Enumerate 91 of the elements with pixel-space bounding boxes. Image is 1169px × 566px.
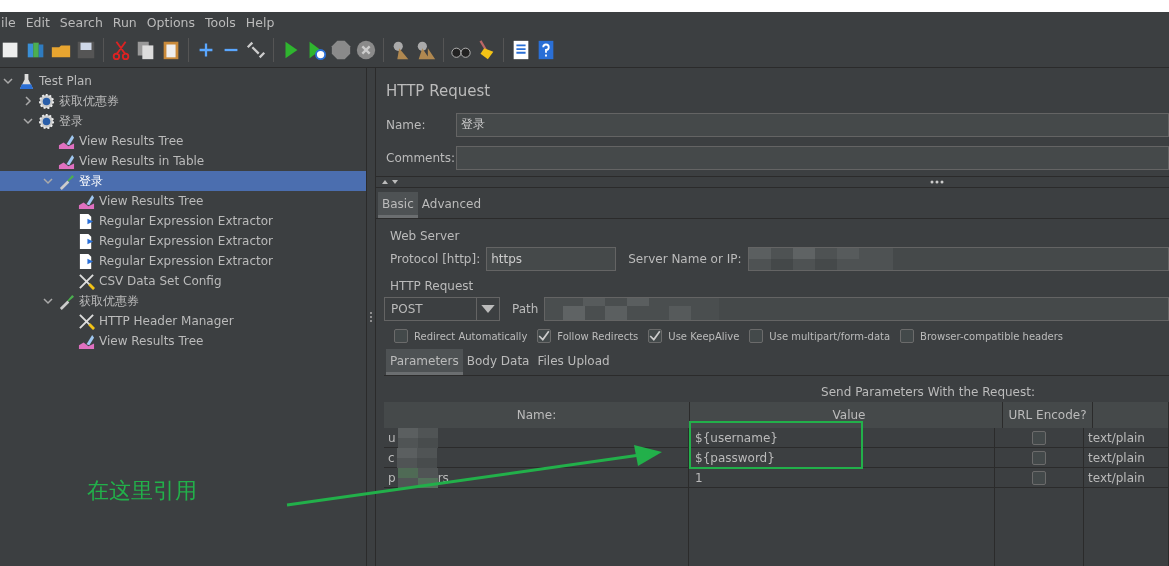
- field-label: Path: [511, 302, 539, 316]
- menu-item[interactable]: Search: [58, 15, 104, 30]
- collapse-arrows-icon[interactable]: [381, 179, 401, 185]
- tree-item[interactable]: View Results Tree: [0, 131, 366, 151]
- checkbox[interactable]: [900, 329, 915, 343]
- dropper-icon: [58, 292, 75, 310]
- tab[interactable]: Advanced: [417, 192, 486, 218]
- method-dropdown[interactable]: POST: [384, 297, 500, 321]
- field-label: Server Name or IP:: [627, 252, 742, 266]
- menu-item[interactable]: Edit: [24, 15, 51, 30]
- tab[interactable]: Files Upload: [533, 349, 614, 375]
- checkbox[interactable]: [394, 329, 408, 343]
- dropper-icon: [58, 172, 75, 190]
- field-label: Name:: [386, 117, 427, 132]
- chevron-icon[interactable]: [22, 115, 34, 127]
- field-label: Protocol [http]:: [389, 252, 481, 266]
- server-field[interactable]: [747, 247, 1169, 271]
- splitter-grip-icon[interactable]: [369, 311, 373, 323]
- checkbox-label: Use KeepAlive: [668, 330, 740, 342]
- tree-item[interactable]: 登录: [0, 111, 366, 131]
- column-header: URL Encode?: [1003, 402, 1093, 428]
- redaction-mosaic: [396, 447, 437, 468]
- flask-icon: [18, 72, 35, 90]
- chevron-icon[interactable]: [2, 75, 14, 87]
- checkbox[interactable]: [1032, 450, 1046, 465]
- tree-item[interactable]: View Results Tree: [0, 331, 366, 351]
- table-cell: c: [388, 450, 395, 465]
- checkbox-label: Use multipart/form-data: [769, 330, 891, 342]
- table-caption: Send Parameters With the Request:: [820, 385, 1036, 399]
- checkbox-label: Browser-compatible headers: [920, 330, 1064, 342]
- checkbox[interactable]: [749, 329, 764, 343]
- table-cell: ${password}: [689, 448, 995, 467]
- section-label: Web Server: [390, 229, 461, 243]
- protocol-field[interactable]: https: [486, 247, 617, 271]
- save-icon[interactable]: [75, 39, 97, 61]
- graph-icon: [58, 152, 75, 170]
- tree-item[interactable]: Regular Expression Extractor: [0, 231, 366, 251]
- comments-field[interactable]: [456, 145, 1169, 170]
- chevron-icon[interactable]: [22, 95, 34, 107]
- checkbox-label: Follow Redirects: [557, 330, 639, 342]
- table-cell: text/plain: [1084, 468, 1169, 487]
- checkbox[interactable]: [537, 329, 552, 343]
- tree-item[interactable]: 获取优惠券: [0, 291, 366, 311]
- menu-item[interactable]: Run: [111, 15, 138, 30]
- document-arrow-icon: [78, 252, 95, 270]
- name-field[interactable]: 登录: [456, 112, 1169, 137]
- section-label: HTTP Request: [390, 279, 475, 293]
- checkbox-label: Redirect Automatically: [414, 330, 528, 342]
- table-cell: p: [388, 470, 396, 485]
- tree-item[interactable]: View Results Tree: [0, 191, 366, 211]
- menu-item[interactable]: Options: [145, 15, 196, 30]
- tree-item[interactable]: HTTP Header Manager: [0, 311, 366, 331]
- menu-item[interactable]: Help: [244, 15, 276, 30]
- table-cell: ${username}: [689, 428, 995, 447]
- tab[interactable]: Body Data: [462, 349, 534, 375]
- field-label: Comments:: [386, 150, 456, 165]
- panel-title: HTTP Request: [385, 81, 492, 102]
- tree-item[interactable]: 获取优惠券: [0, 91, 366, 111]
- document-arrow-icon: [78, 212, 95, 230]
- document-arrow-icon: [78, 232, 95, 250]
- checkbox[interactable]: [648, 329, 663, 343]
- tab[interactable]: Basic: [378, 192, 418, 218]
- tree-item[interactable]: View Results in Table: [0, 151, 366, 171]
- resize-handle-icon[interactable]: [930, 180, 944, 184]
- gear-icon: [38, 112, 55, 130]
- path-field[interactable]: [544, 297, 1169, 321]
- table-cell: text/plain: [1084, 448, 1169, 467]
- checkbox[interactable]: [1032, 430, 1046, 445]
- tree-item[interactable]: Test Plan: [0, 71, 366, 91]
- menu-item[interactable]: ile: [0, 15, 17, 30]
- tools-icon: [78, 312, 95, 330]
- tree-item[interactable]: Regular Expression Extractor: [0, 251, 366, 271]
- chevron-icon[interactable]: [42, 295, 54, 307]
- menu-item[interactable]: Tools: [204, 15, 237, 30]
- gear-icon: [38, 92, 55, 110]
- table-cell: rs: [437, 470, 449, 485]
- tools-icon: [78, 272, 95, 290]
- column-header: Value: [690, 402, 1003, 428]
- graph-icon: [78, 332, 95, 350]
- tree-item[interactable]: Regular Expression Extractor: [0, 211, 366, 231]
- table-cell: text/plain: [1084, 428, 1169, 447]
- graph-icon: [58, 132, 75, 150]
- graph-icon: [78, 192, 95, 210]
- tab[interactable]: Parameters: [386, 349, 463, 375]
- checkbox[interactable]: [1032, 470, 1046, 485]
- table-cell: u: [388, 430, 396, 445]
- tree-item[interactable]: CSV Data Set Config: [0, 271, 366, 291]
- shutdown-icon[interactable]: [355, 39, 377, 61]
- annotation-text: 在这里引用: [87, 477, 197, 505]
- table-cell: 1: [689, 468, 995, 487]
- tree-item[interactable]: 登录: [0, 171, 366, 191]
